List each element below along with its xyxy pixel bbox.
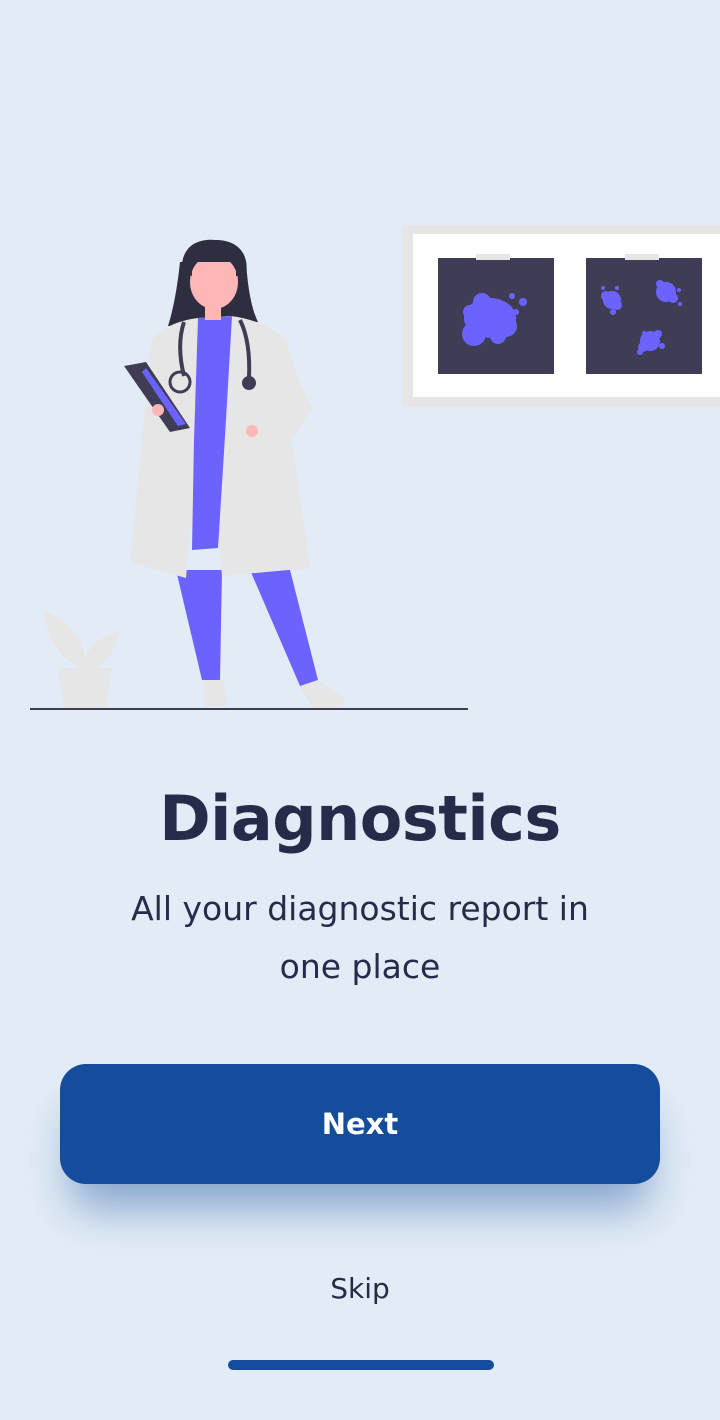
next-button[interactable]: Next	[60, 1064, 660, 1184]
doctor-illustration	[30, 225, 720, 710]
page-subtitle: All your diagnostic report in one place	[131, 889, 589, 986]
doctor-figure	[124, 239, 346, 708]
plant-illustration	[44, 612, 118, 708]
xray-board	[402, 225, 720, 407]
page-title: Diagnostics	[159, 782, 561, 855]
skip-link[interactable]: Skip	[260, 1272, 460, 1305]
xray-film-right	[586, 258, 702, 374]
home-indicator	[228, 1360, 494, 1370]
